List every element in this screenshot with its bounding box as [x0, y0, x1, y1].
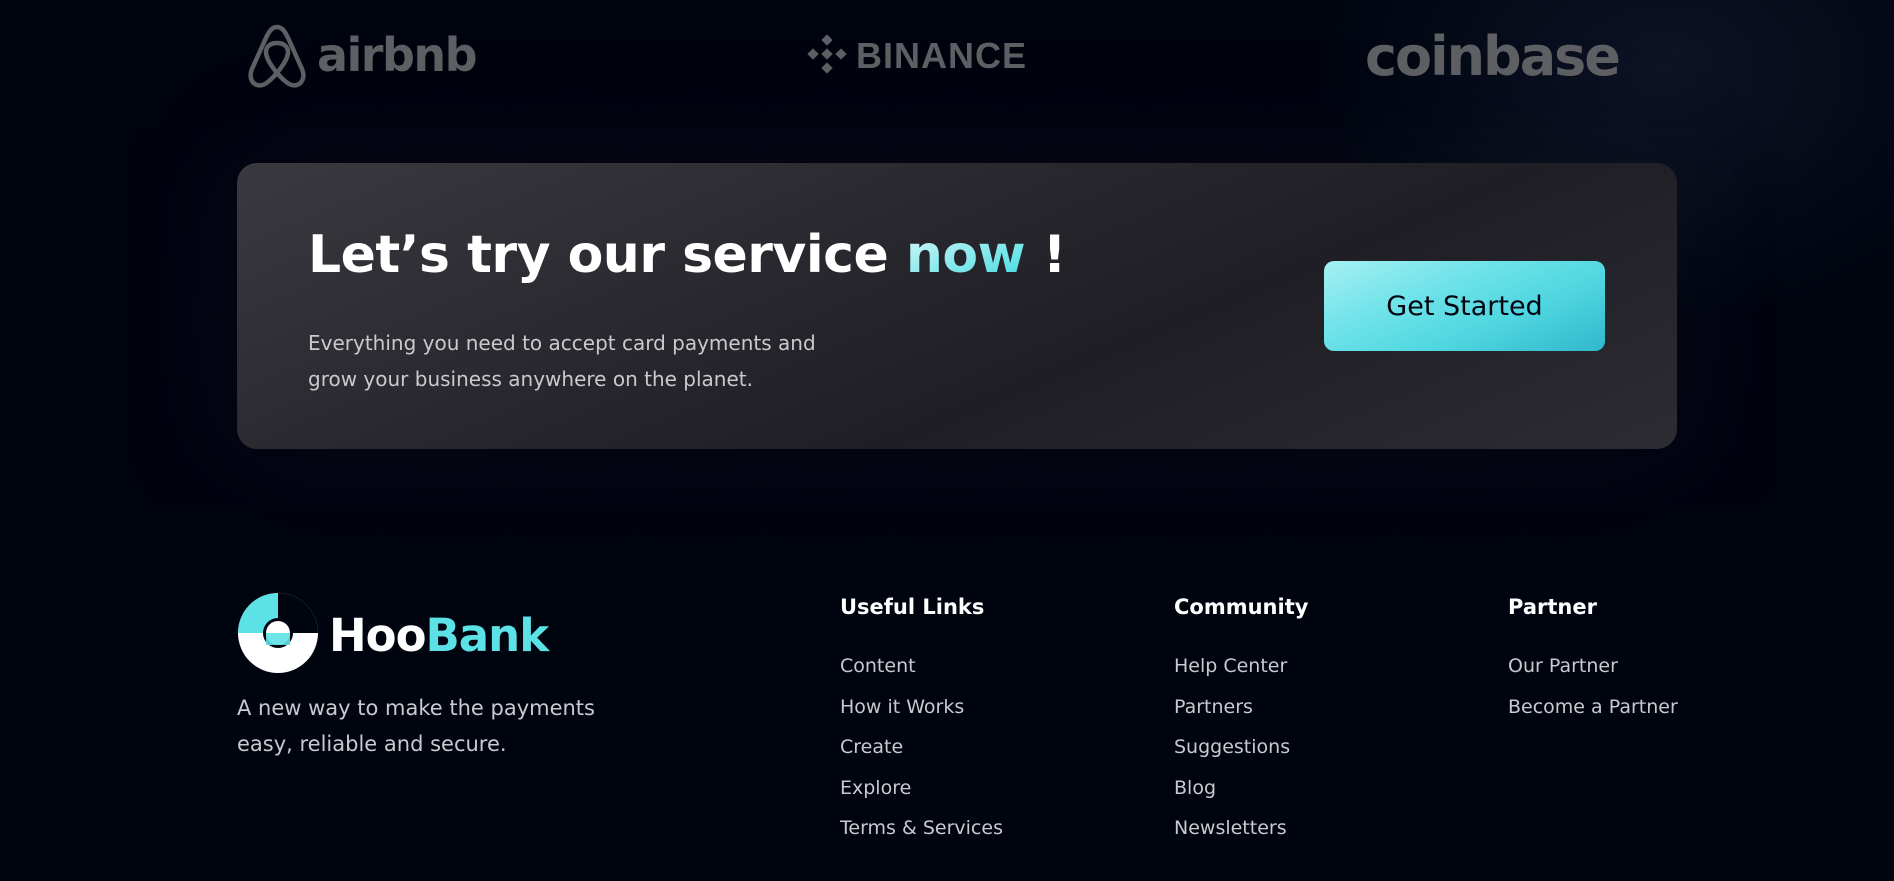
footer-link-list: Help Center Partners Suggestions Blog Ne…	[1174, 649, 1308, 852]
footer-link-newsletters[interactable]: Newsletters	[1174, 817, 1287, 839]
footer-link-terms-services[interactable]: Terms & Services	[840, 817, 1003, 839]
footer-column-useful-links: Useful Links Content How it Works Create…	[840, 590, 1003, 852]
footer-column-community: Community Help Center Partners Suggestio…	[1174, 590, 1308, 852]
footer-link-content[interactable]: Content	[840, 655, 916, 677]
client-name-binance: BINANCE	[856, 35, 1028, 76]
brand-name: HooBank	[329, 608, 550, 662]
brand-tagline: A new way to make the payments easy, rel…	[237, 696, 595, 756]
client-logo-airbnb: airbnb	[245, 21, 478, 95]
binance-logo-icon	[806, 33, 848, 79]
hoobank-logo-icon	[237, 592, 319, 678]
footer-column-title: Community	[1174, 595, 1309, 619]
footer-link-list: Our Partner Become a Partner	[1508, 649, 1678, 730]
footer-link-explore[interactable]: Explore	[840, 777, 911, 799]
footer-column-title: Partner	[1508, 595, 1597, 619]
footer-link-help-center[interactable]: Help Center	[1174, 655, 1287, 677]
get-started-button[interactable]: Get Started	[1324, 261, 1605, 351]
footer-link-list: Content How it Works Create Explore Term…	[840, 649, 1003, 852]
footer-link-create[interactable]: Create	[840, 736, 903, 758]
cta-title-accent: now	[905, 225, 1026, 285]
cta-card: Let’s try our service now ! Everything y…	[237, 163, 1677, 449]
footer-link-how-it-works[interactable]: How it Works	[840, 696, 964, 718]
footer-column-partner: Partner Our Partner Become a Partner	[1508, 590, 1678, 730]
footer-link-become-a-partner[interactable]: Become a Partner	[1508, 696, 1678, 718]
cta-title-end: !	[1025, 225, 1067, 285]
brand-name-hoo: Hoo	[329, 608, 426, 662]
client-logo-coinbase: coinbase	[1365, 24, 1621, 88]
footer-brand[interactable]: HooBank	[237, 592, 550, 678]
airbnb-logo-icon	[245, 21, 309, 95]
footer-link-blog[interactable]: Blog	[1174, 777, 1216, 799]
footer-link-suggestions[interactable]: Suggestions	[1174, 736, 1290, 758]
footer-link-partners[interactable]: Partners	[1174, 696, 1253, 718]
brand-name-bank: Bank	[425, 608, 550, 662]
footer-link-our-partner[interactable]: Our Partner	[1508, 655, 1618, 677]
cta-title: Let’s try our service now !	[308, 225, 1066, 285]
client-name-coinbase: coinbase	[1365, 24, 1621, 88]
cta-description: Everything you need to accept card payme…	[308, 331, 816, 391]
client-name-airbnb: airbnb	[317, 28, 478, 82]
cta-title-main: Let’s try our service	[308, 225, 906, 285]
page: airbnb BINANCE coinbase Let’s try our se…	[0, 0, 1894, 881]
footer-column-title: Useful Links	[840, 595, 985, 619]
client-logo-binance: BINANCE	[806, 33, 1028, 79]
